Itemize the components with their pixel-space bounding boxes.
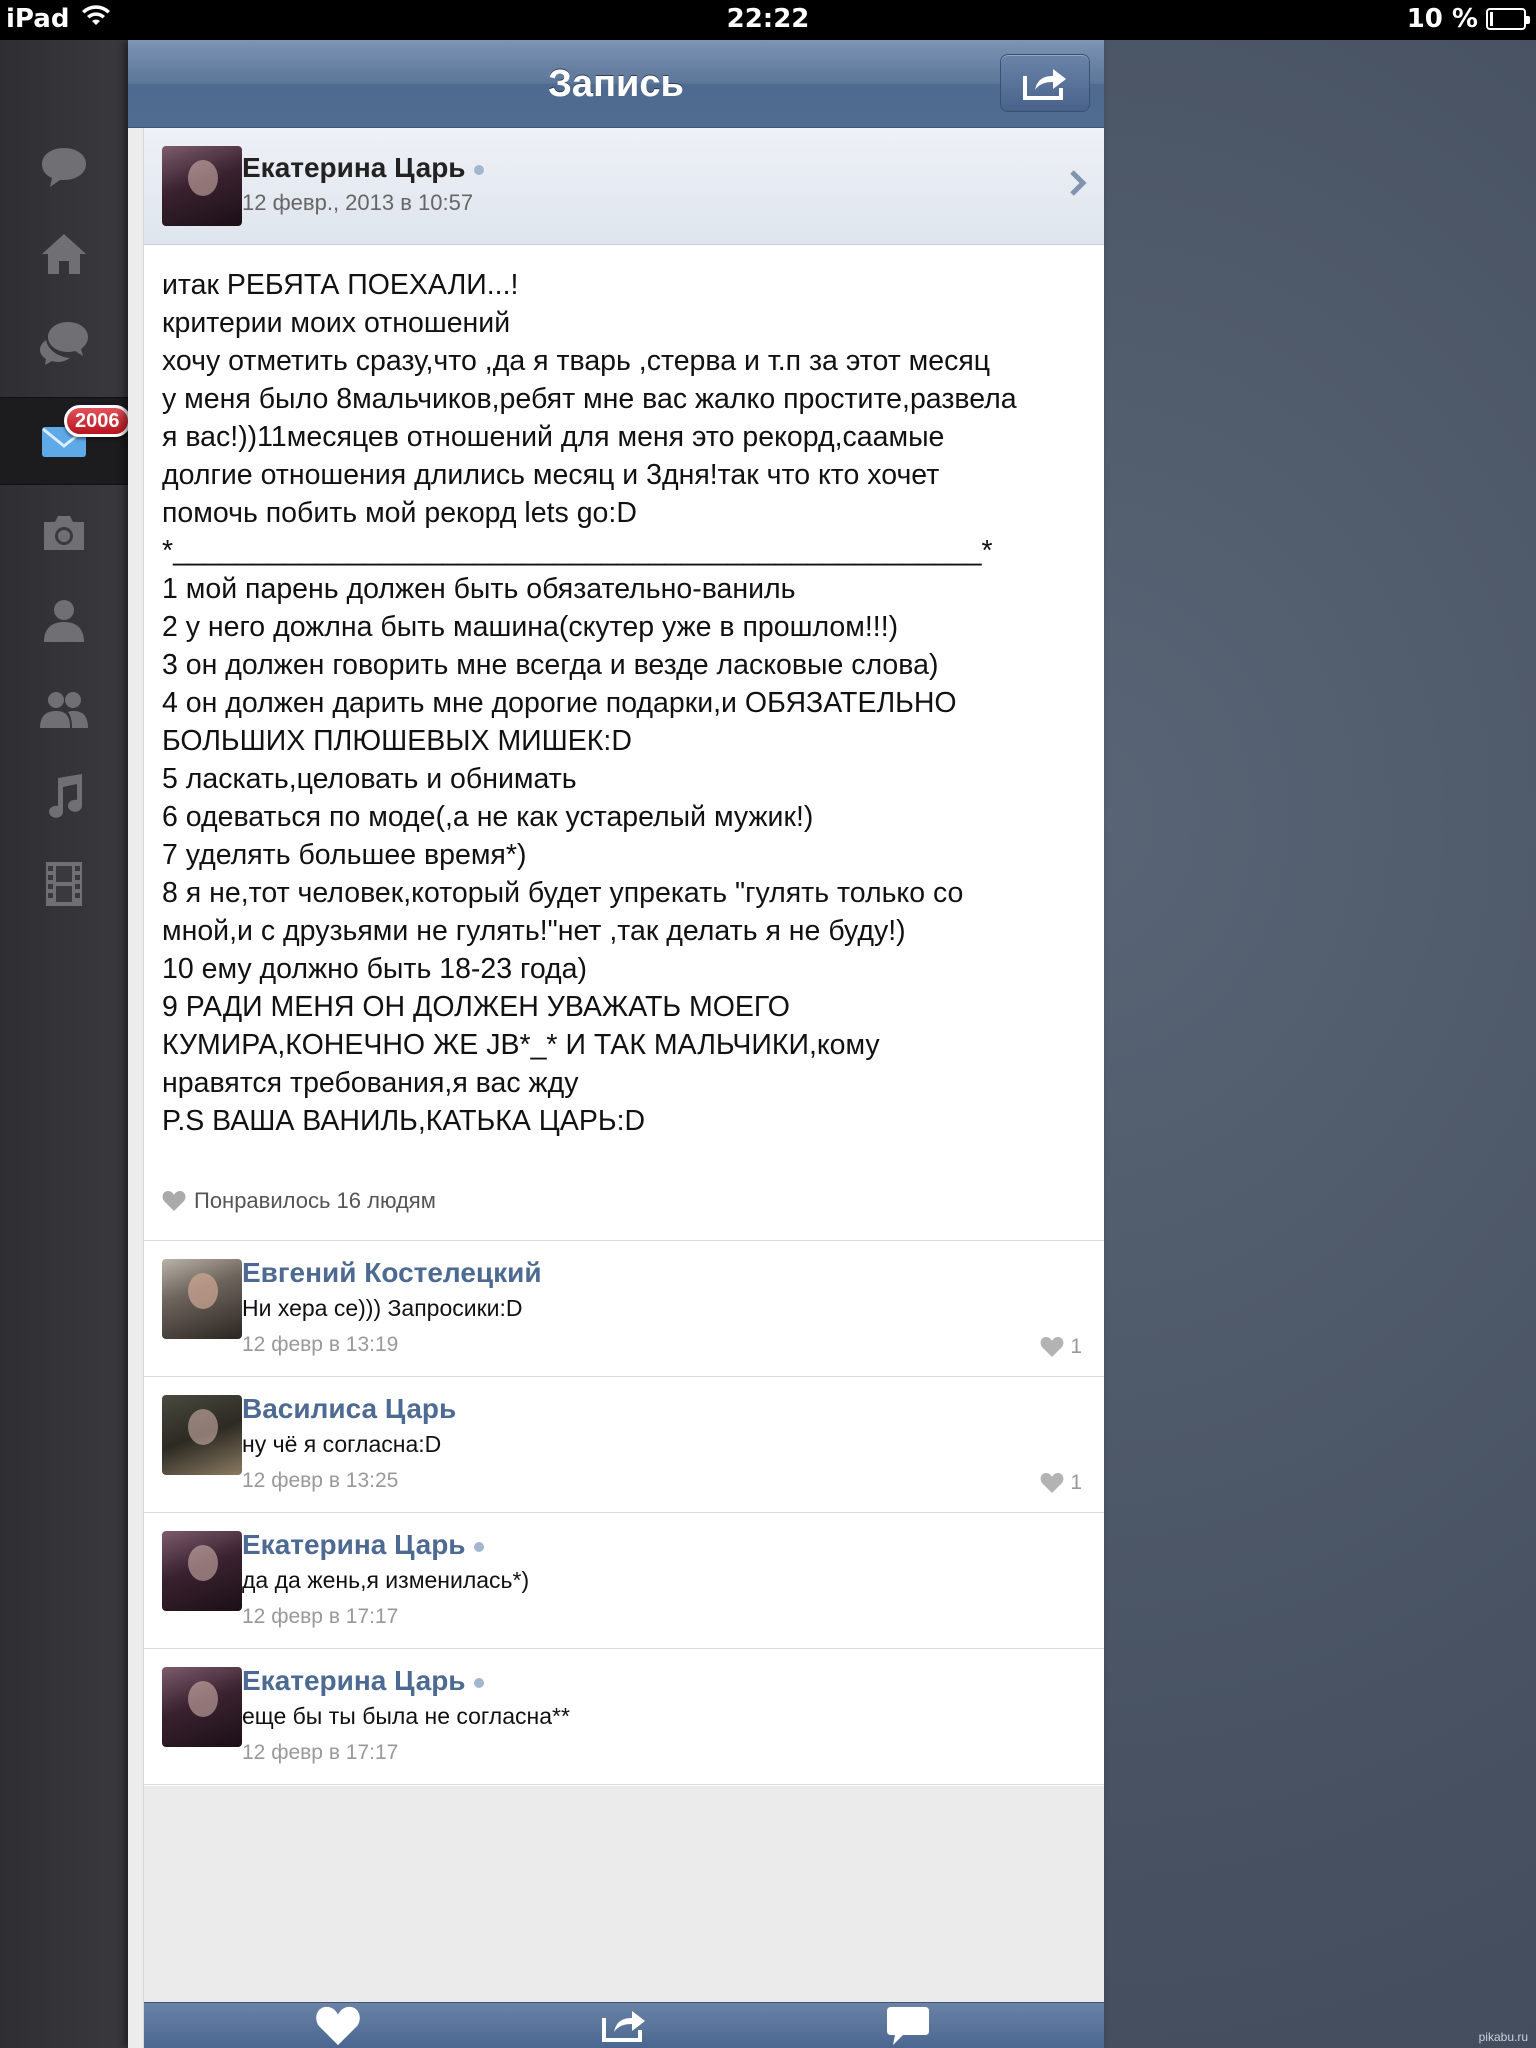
sidebar-item-friends[interactable] <box>0 664 128 752</box>
battery-icon <box>1486 8 1530 30</box>
online-indicator <box>473 1677 484 1688</box>
heart-icon <box>1040 1473 1064 1493</box>
comment-time: 12 февр в 17:17 <box>242 1741 399 1764</box>
online-indicator <box>473 1541 484 1552</box>
commenter-name-text: Екатерина Царь <box>242 1665 466 1696</box>
post-likes[interactable]: Понравилось 16 людям <box>162 1188 436 1214</box>
share-button[interactable] <box>1000 54 1090 112</box>
page-title: Запись <box>548 63 684 105</box>
comment-time: 12 февр в 13:25 <box>242 1469 399 1492</box>
comment-icon <box>887 2007 929 2045</box>
repost-button[interactable] <box>584 2003 664 2048</box>
sidebar-item-messages[interactable]: 2006 <box>0 397 131 485</box>
commenter-name[interactable]: Василиса Царь <box>242 1393 456 1425</box>
comment-like-button[interactable]: 1 <box>1040 1335 1082 1359</box>
sidebar-item-photos[interactable] <box>0 488 128 576</box>
battery-fill <box>1490 12 1493 26</box>
share-arrow-icon <box>1023 69 1066 100</box>
sidebar-item-home[interactable] <box>0 210 128 298</box>
sidebar-item-news[interactable] <box>0 122 128 210</box>
post-panel: Запись Екатерина Царь 12 февр., 2013 в 1… <box>128 40 1104 2048</box>
like-button[interactable] <box>298 2003 378 2048</box>
sidebar-item-profile[interactable] <box>0 576 128 664</box>
commenter-avatar[interactable] <box>162 1667 242 1747</box>
speech-bubble-icon <box>42 148 86 187</box>
status-bar: iPad 22:22 10 % <box>0 0 1536 40</box>
heart-icon <box>1040 1337 1064 1357</box>
comment-text: еще бы ты была не согласна** <box>242 1703 570 1729</box>
post-likes-text: Понравилось 16 людям <box>194 1188 436 1213</box>
comment-time: 12 февр в 17:17 <box>242 1605 399 1628</box>
comment-item[interactable]: Василиса Царь ну чё я согласна:D 12 февр… <box>144 1377 1104 1513</box>
comment-item[interactable]: Екатерина Царь еще бы ты была не согласн… <box>144 1649 1104 1785</box>
comment-button[interactable] <box>868 2003 948 2048</box>
comment-time: 12 февр в 13:19 <box>242 1333 399 1356</box>
author-name[interactable]: Екатерина Царь <box>242 152 484 184</box>
commenter-name[interactable]: Екатерина Царь <box>242 1529 484 1561</box>
film-icon <box>46 862 82 906</box>
heart-icon <box>162 1191 186 1211</box>
heart-icon <box>316 2006 360 2046</box>
comment-item[interactable]: Екатерина Царь да да жень,я изменилась*)… <box>144 1513 1104 1649</box>
battery-percent: 10 % <box>1406 4 1478 34</box>
repost-icon <box>602 2011 645 2042</box>
sidebar-item-music[interactable] <box>0 752 128 840</box>
music-note-icon <box>49 774 82 818</box>
commenter-avatar[interactable] <box>162 1395 242 1475</box>
sidebar-item-video[interactable] <box>0 840 128 928</box>
watermark: pikabu.ru <box>1478 2030 1528 2044</box>
commenter-name[interactable]: Евгений Костелецкий <box>242 1257 542 1289</box>
messages-badge: 2006 <box>64 405 131 437</box>
comment-text: ну чё я согласна:D <box>242 1431 442 1457</box>
online-indicator <box>473 164 484 175</box>
person-icon <box>44 600 84 642</box>
empty-area <box>144 1786 1104 2002</box>
comment-item[interactable]: Евгений Костелецкий Ни хера се))) Запрос… <box>144 1241 1104 1377</box>
commenter-avatar[interactable] <box>162 1531 242 1611</box>
commenter-avatar[interactable] <box>162 1259 242 1339</box>
post-text: итак РЕБЯТА ПОЕХАЛИ...! критерии моих от… <box>162 269 1017 1137</box>
bottom-toolbar <box>144 2002 1104 2048</box>
sidebar: 2006 <box>0 40 131 2048</box>
comment-like-button[interactable]: 1 <box>1040 1471 1082 1495</box>
home-icon <box>42 234 86 274</box>
commenter-name[interactable]: Екатерина Царь <box>242 1665 484 1697</box>
status-time: 22:22 <box>726 4 810 34</box>
comment-like-count: 1 <box>1070 1471 1082 1494</box>
commenter-name-text: Екатерина Царь <box>242 1529 466 1560</box>
sidebar-item-chat[interactable] <box>0 298 128 386</box>
panel-edge <box>128 40 144 2048</box>
comment-text: да да жень,я изменилась*) <box>242 1567 530 1593</box>
comment-text: Ни хера се))) Запросики:D <box>242 1295 523 1321</box>
camera-icon <box>44 516 84 550</box>
friends-icon <box>40 692 88 728</box>
author-avatar[interactable] <box>162 146 242 226</box>
navigation-bar: Запись <box>128 40 1104 128</box>
post-date: 12 февр., 2013 в 10:57 <box>242 190 474 215</box>
author-name-text: Екатерина Царь <box>242 152 466 183</box>
comment-like-count: 1 <box>1070 1335 1082 1358</box>
chevron-right-icon[interactable] <box>1068 168 1088 198</box>
post-author-header[interactable]: Екатерина Царь 12 февр., 2013 в 10:57 <box>144 128 1104 245</box>
chat-bubbles-icon <box>40 322 88 365</box>
